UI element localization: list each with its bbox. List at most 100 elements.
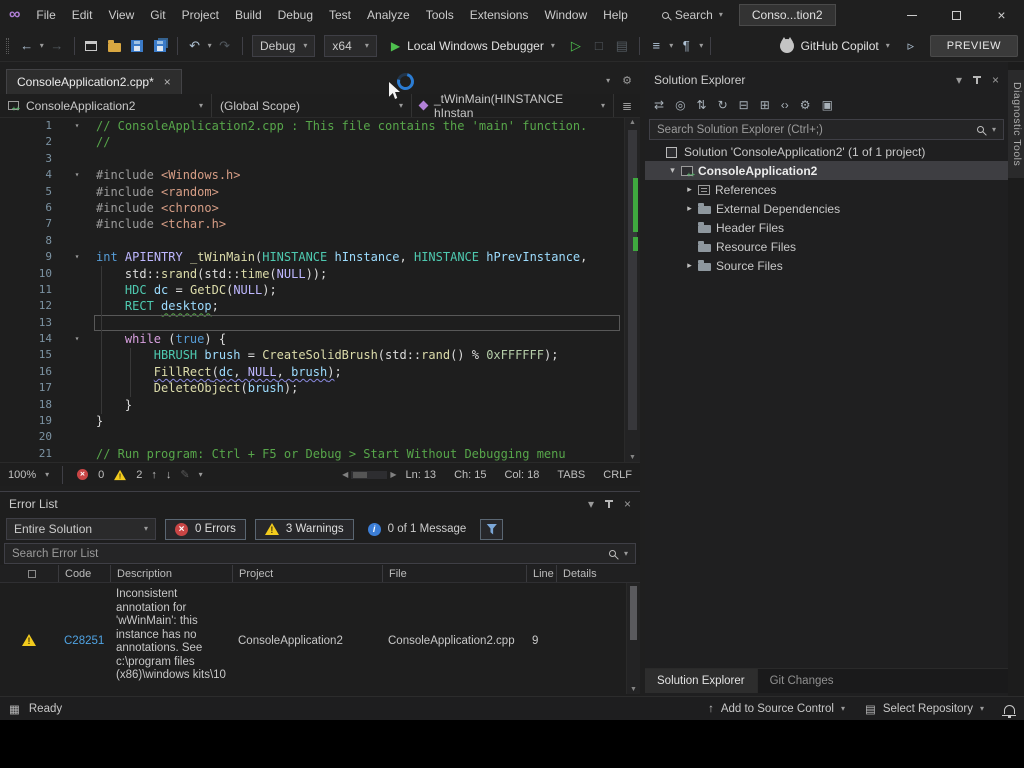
github-copilot-button[interactable]: GitHub Copilot ▾: [772, 34, 898, 58]
column-header-project[interactable]: Project: [232, 565, 382, 582]
column-header-description[interactable]: Description: [110, 565, 232, 582]
column-header-code[interactable]: Code: [58, 565, 110, 582]
error-row[interactable]: C28251 Inconsistent annotation for 'wWinM…: [0, 583, 640, 694]
close-panel-button[interactable]: ×: [624, 497, 631, 511]
messages-filter-button[interactable]: 0 of 1 Message: [363, 522, 472, 536]
horizontal-scroll-thumb[interactable]: [353, 471, 368, 478]
eol-indicator[interactable]: CRLF: [603, 469, 632, 481]
solution-explorer-titlebar[interactable]: Solution Explorer ▾ ×: [645, 68, 1008, 92]
editor-settings-gear-icon[interactable]: ⚙: [622, 74, 632, 87]
menu-debug[interactable]: Debug: [270, 0, 321, 30]
warning-icon[interactable]: [114, 469, 127, 480]
error-search-input[interactable]: [12, 547, 601, 560]
menu-edit[interactable]: Edit: [64, 0, 101, 30]
preview-features-button[interactable]: PREVIEW: [929, 34, 1018, 57]
chevron-down-icon[interactable]: ▾: [992, 125, 996, 134]
break-all-button[interactable]: ▤: [612, 34, 632, 58]
tree-expanded-icon[interactable]: ▾: [666, 165, 679, 176]
solution-name-badge[interactable]: Conso...tion2: [738, 4, 836, 26]
code-editor[interactable]: 1 ▾ // ConsoleApplication2.cpp : This file…: [0, 118, 640, 462]
solution-search-input[interactable]: [657, 123, 969, 136]
code-line-16[interactable]: 16 FillRect(dc, NULL, brush);: [0, 364, 640, 380]
code-cleanup-icon[interactable]: ✎: [180, 468, 189, 481]
editor-vertical-scrollbar[interactable]: ▲ ▼: [624, 118, 640, 462]
hot-reload-button[interactable]: □: [589, 34, 609, 58]
properties-icon[interactable]: ⚙: [800, 98, 811, 112]
undo-dropdown-icon[interactable]: ▾: [208, 41, 212, 50]
code-line-11[interactable]: 11 HDC dc = GetDC(NULL);: [0, 282, 640, 298]
tree-item-source-files[interactable]: ▸ Source Files: [645, 256, 1008, 275]
switch-views-icon[interactable]: ⇅: [697, 98, 707, 112]
horizontal-scroll-track[interactable]: [351, 470, 388, 479]
code-line-6[interactable]: 6 #include <chrono>: [0, 200, 640, 216]
code-line-8[interactable]: 8: [0, 233, 640, 249]
show-whitespace-button[interactable]: ¶: [676, 34, 696, 58]
menu-project[interactable]: Project: [174, 0, 227, 30]
open-file-button[interactable]: [104, 34, 124, 58]
navigate-back-dropdown-icon[interactable]: ▾: [40, 41, 44, 50]
sync-with-active-document-icon[interactable]: ⇄: [654, 98, 664, 112]
scope-dropdown[interactable]: (Global Scope) ▾: [212, 94, 412, 117]
tree-collapsed-icon[interactable]: ▸: [683, 260, 696, 271]
scrollbar-thumb[interactable]: [630, 586, 637, 640]
fold-marker-icon[interactable]: ▾: [68, 249, 86, 265]
menu-git[interactable]: Git: [142, 0, 173, 30]
collapse-all-icon[interactable]: ⊟: [739, 98, 749, 112]
code-line-12[interactable]: 12 RECT desktop;: [0, 298, 640, 314]
code-line-3[interactable]: 3: [0, 151, 640, 167]
menu-help[interactable]: Help: [595, 0, 636, 30]
next-issue-button[interactable]: ↓: [166, 469, 172, 481]
code-line-4[interactable]: 4 ▾ #include <Windows.h>: [0, 167, 640, 183]
solution-platforms-dropdown[interactable]: x64 ▾: [324, 34, 377, 57]
add-to-source-control-button[interactable]: ↑ Add to Source Control ▾: [708, 703, 845, 715]
window-position-icon[interactable]: ▾: [588, 498, 594, 510]
error-list-scrollbar[interactable]: ▼: [626, 583, 640, 694]
navigate-forward-button[interactable]: →: [47, 34, 67, 58]
filter-button[interactable]: [480, 518, 504, 540]
menu-window[interactable]: Window: [536, 0, 595, 30]
code-line-9[interactable]: 9 ▾ int APIENTRY _tWinMain(HINSTANCE hInst…: [0, 249, 640, 265]
chevron-down-icon[interactable]: ▾: [199, 470, 203, 479]
bottom-tab-git-changes[interactable]: Git Changes: [758, 669, 846, 693]
code-line-13[interactable]: 13: [0, 314, 640, 332]
code-line-17[interactable]: 17 DeleteObject(brush);: [0, 380, 640, 396]
warning-count[interactable]: 2: [136, 469, 142, 481]
notifications-button[interactable]: [1002, 703, 1016, 718]
scrollbar-thumb[interactable]: [628, 130, 637, 430]
bottom-tab-solution-explorer[interactable]: Solution Explorer: [645, 669, 758, 693]
code-line-14[interactable]: 14 ▾ while (true) {: [0, 331, 640, 347]
error-list-titlebar[interactable]: Error List ▾ ×: [0, 492, 640, 516]
error-icon[interactable]: [77, 468, 89, 481]
toolbar-grip[interactable]: [6, 37, 9, 54]
select-repository-button[interactable]: ▤ Select Repository ▾: [865, 702, 984, 716]
scroll-down-icon[interactable]: ▼: [627, 686, 640, 693]
code-line-7[interactable]: 7 #include <tchar.h>: [0, 216, 640, 232]
save-all-button[interactable]: [150, 34, 170, 58]
column-header-line[interactable]: Line: [526, 565, 556, 582]
code-line-10[interactable]: 10 std::srand(std::time(NULL));: [0, 266, 640, 282]
previous-issue-button[interactable]: ↑: [151, 469, 157, 481]
minimize-button[interactable]: [889, 0, 934, 30]
pending-changes-filter-icon[interactable]: ◎: [675, 98, 685, 112]
tree-item-solution-consoleapplication2-1-of-1-project[interactable]: Solution 'ConsoleApplication2' (1 of 1 p…: [645, 142, 1008, 161]
horizontal-scrollbar[interactable]: ◀ ▶: [342, 470, 396, 479]
menu-file[interactable]: File: [28, 0, 63, 30]
zoom-level-dropdown[interactable]: 100%: [8, 469, 36, 481]
visual-studio-logo-icon[interactable]: ∞: [9, 6, 20, 24]
warnings-filter-button[interactable]: 3 Warnings: [254, 518, 354, 540]
code-line-5[interactable]: 5 #include <random>: [0, 184, 640, 200]
tree-item-references[interactable]: ▸ References: [645, 180, 1008, 199]
menu-analyze[interactable]: Analyze: [359, 0, 418, 30]
close-button[interactable]: ×: [979, 0, 1024, 30]
scroll-right-icon[interactable]: ▶: [390, 470, 396, 479]
chevron-down-icon[interactable]: ▾: [45, 470, 49, 479]
code-line-20[interactable]: 20: [0, 429, 640, 445]
menu-extensions[interactable]: Extensions: [462, 0, 537, 30]
tree-item-consoleapplication2[interactable]: ▾ ConsoleApplication2: [645, 161, 1008, 180]
menu-view[interactable]: View: [100, 0, 142, 30]
menu-build[interactable]: Build: [227, 0, 270, 30]
start-without-debugging-button[interactable]: ▷: [566, 34, 586, 58]
navigate-back-button[interactable]: ←: [17, 34, 37, 58]
member-dropdown[interactable]: _tWinMain(HINSTANCE hInstan ▾: [412, 92, 614, 120]
fold-marker-icon[interactable]: ▾: [68, 167, 86, 183]
